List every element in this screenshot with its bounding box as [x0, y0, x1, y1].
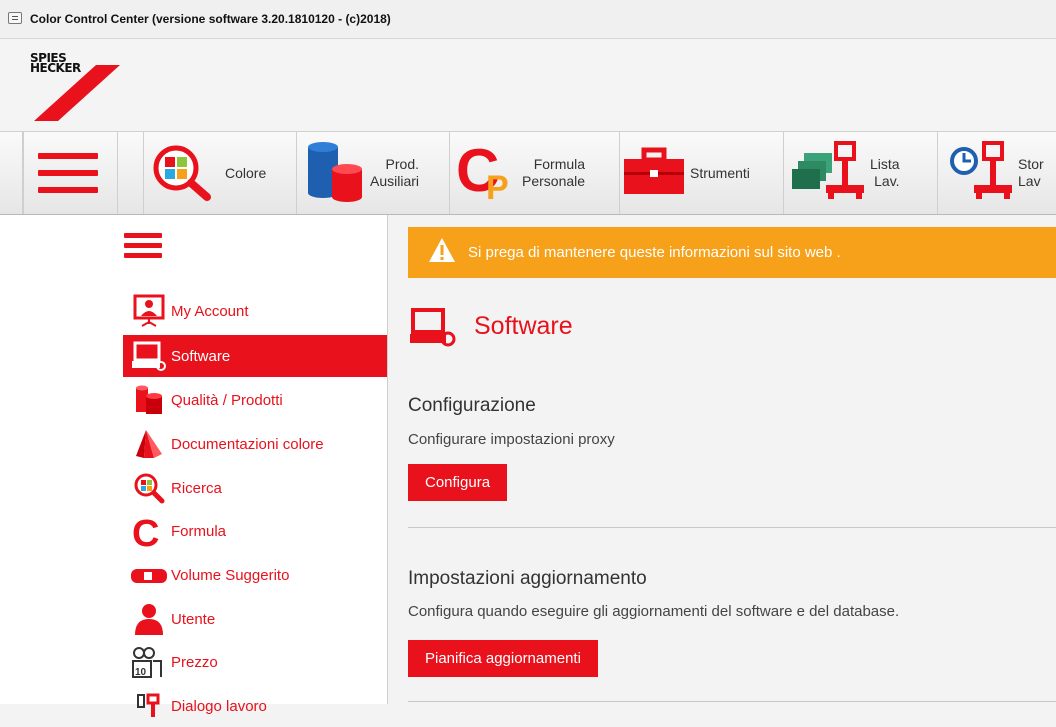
toolbar-lista-lavori-button[interactable]: Lista Lav.	[784, 132, 938, 214]
products-icon	[127, 382, 171, 418]
toolbar-storico-lavori-label: Stor Lav	[1018, 156, 1044, 189]
toolbox-icon	[622, 146, 686, 201]
toolbar-formula-personale-label: Formula Personale	[522, 156, 586, 189]
sidebar-item-formula[interactable]: C Formula	[123, 510, 387, 552]
sidebar-item-label: Utente	[171, 610, 216, 628]
color-fan-icon	[127, 426, 171, 462]
toolbar-colore-label: Colore	[225, 164, 267, 181]
configurazione-description: Configurare impostazioni proxy	[408, 431, 615, 448]
formula-icon: C	[127, 513, 171, 549]
sidebar-item-dialogo-lavoro[interactable]: Dialogo lavoro	[123, 685, 387, 727]
sidebar-item-documentazioni-colore[interactable]: Documentazioni colore	[123, 423, 387, 465]
sidebar-item-utente[interactable]: Utente	[123, 598, 387, 640]
color-search-icon	[149, 141, 217, 206]
sidebar-item-my-account[interactable]: My Account	[123, 290, 387, 332]
window-title: Color Control Center (versione software …	[30, 12, 391, 26]
svg-text:P: P	[486, 169, 509, 201]
scale-list-icon	[790, 139, 866, 208]
sidebar-item-label: Dialogo lavoro	[171, 697, 267, 715]
sidebar-item-label: Qualità / Prodotti	[171, 391, 283, 409]
user-icon	[127, 601, 171, 637]
sidebar-item-label: Prezzo	[171, 653, 218, 671]
sidebar-item-label: Software	[171, 347, 231, 365]
section-divider	[408, 701, 1056, 702]
main-content: Si prega di mantenere queste informazion…	[388, 215, 1056, 704]
toolbar-strumenti-button[interactable]: Strumenti	[620, 132, 784, 214]
warning-icon	[428, 237, 456, 268]
sidebar-item-label: Documentazioni colore	[171, 435, 324, 453]
system-menu-icon[interactable]	[8, 12, 22, 24]
info-alert: Si prega di mantenere queste informazion…	[408, 227, 1056, 278]
brand-logo: SPIES HECKER	[30, 51, 126, 121]
toolbar-formula-personale-button[interactable]: C P Formula Personale	[450, 132, 620, 214]
toolbar-ausiliari-button[interactable]: Prod. Ausiliari	[297, 132, 450, 214]
toolbar-ausiliari-label: Prod. Ausiliari	[370, 156, 420, 189]
toolbar-colore-button[interactable]: Colore	[144, 132, 297, 214]
impostazioni-aggiornamento-description: Configura quando eseguire gli aggiorname…	[408, 603, 900, 620]
history-scale-icon	[946, 139, 1014, 208]
section-divider	[408, 527, 1056, 528]
search-icon	[127, 470, 171, 506]
impostazioni-aggiornamento-heading: Impostazioni aggiornamento	[408, 568, 647, 589]
toolbar-lista-lavori-label: Lista Lav.	[870, 156, 900, 189]
svg-text:C: C	[132, 514, 159, 548]
sidebar-item-software[interactable]: Software	[123, 335, 387, 377]
price-icon: 10	[127, 644, 171, 680]
toolbar-strumenti-label: Strumenti	[690, 164, 750, 181]
main-toolbar: Colore Prod. Ausiliari C P Formula Perso…	[0, 131, 1056, 219]
account-icon	[127, 293, 171, 329]
hamburger-icon	[38, 151, 98, 195]
configura-button[interactable]: Configura	[408, 464, 508, 501]
logo-area: SPIES HECKER	[0, 39, 1056, 131]
page-title: Software	[474, 312, 573, 340]
sidebar-item-label: My Account	[171, 302, 249, 320]
alert-message: Si prega di mantenere queste informazion…	[468, 244, 841, 261]
toolbar-menu-button[interactable]	[23, 132, 118, 214]
configurazione-heading: Configurazione	[408, 395, 536, 416]
sidebar-item-ricerca[interactable]: Ricerca	[123, 467, 387, 509]
cp-icon: C P	[456, 137, 526, 207]
sidebar-menu-toggle[interactable]	[124, 231, 162, 261]
sidebar-item-label: Ricerca	[171, 479, 222, 497]
sidebar-item-volume-suggerito[interactable]: Volume Suggerito	[123, 554, 387, 596]
sidebar-item-qualita-prodotti[interactable]: Qualità / Prodotti	[123, 379, 387, 421]
software-title-icon	[408, 307, 456, 352]
software-icon	[127, 338, 171, 374]
cans-icon	[304, 139, 366, 208]
dialog-icon	[127, 688, 171, 724]
toolbar-storico-lavori-button[interactable]: Stor Lav	[938, 132, 1056, 214]
sidebar-item-label: Volume Suggerito	[171, 566, 290, 584]
sidebar-item-label: Formula	[171, 522, 227, 540]
sidebar: My Account Software Qualità / Prodotti D…	[0, 215, 388, 717]
volume-icon	[127, 557, 171, 593]
sidebar-item-prezzo[interactable]: 10 Prezzo	[123, 641, 387, 683]
window-titlebar: Color Control Center (versione software …	[0, 0, 1056, 39]
svg-text:10: 10	[135, 667, 147, 678]
pianifica-aggiornamenti-button[interactable]: Pianifica aggiornamenti	[408, 640, 598, 677]
